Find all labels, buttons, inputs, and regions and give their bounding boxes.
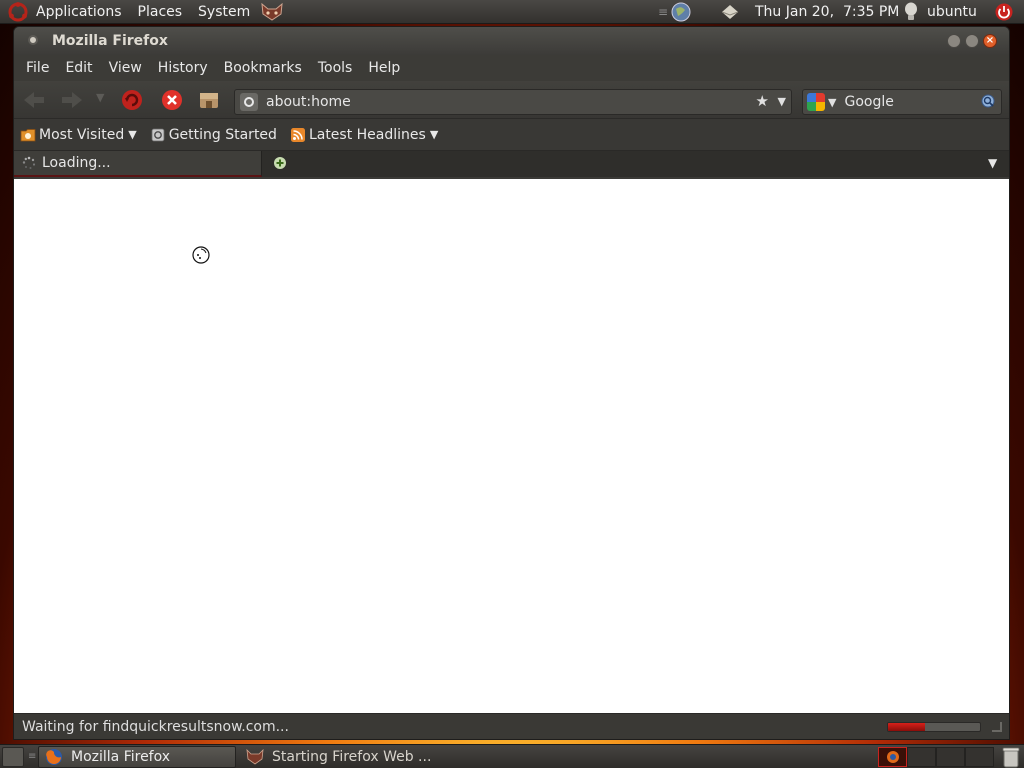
taskbar-label: Mozilla Firefox — [71, 749, 171, 765]
forward-button[interactable] — [58, 89, 84, 111]
status-text: Waiting for findquickresultsnow.com... — [22, 718, 289, 735]
status-bar: Waiting for findquickresultsnow.com... — [14, 713, 1009, 739]
minimize-button[interactable] — [947, 34, 961, 48]
network-indicator-icon[interactable]: ≡ — [658, 0, 692, 24]
home-icon[interactable] — [197, 89, 221, 111]
bookmark-star-icon[interactable]: ★ — [756, 92, 769, 110]
window-title: Mozilla Firefox — [52, 33, 168, 49]
applications-label: Applications — [36, 3, 122, 20]
menu-file[interactable]: File — [18, 60, 57, 76]
tab-loading[interactable]: Loading... — [14, 151, 262, 177]
taskbar-label: Starting Firefox Web ... — [272, 749, 432, 765]
list-all-tabs-icon[interactable]: ▼ — [988, 156, 997, 170]
menu-tools[interactable]: Tools — [310, 60, 361, 76]
menu-history[interactable]: History — [150, 60, 216, 76]
loading-progress-bar — [887, 722, 981, 732]
bottom-panel: ≡ Mozilla Firefox Starting Firefox Web .… — [0, 744, 1024, 768]
url-bar[interactable]: about:home ★ ▼ — [234, 89, 792, 115]
progress-fill — [888, 723, 925, 731]
workspace-2[interactable] — [907, 747, 936, 767]
menu-view[interactable]: View — [101, 60, 150, 76]
places-label: Places — [137, 3, 183, 20]
search-engine-google-icon[interactable] — [807, 93, 825, 111]
system-label: System — [198, 3, 251, 20]
site-identity-icon[interactable] — [240, 93, 258, 111]
panel-handle[interactable]: ≡ — [28, 751, 36, 762]
chevron-down-icon: ▼ — [128, 128, 137, 141]
page-icon — [151, 128, 165, 141]
bookmark-label: Latest Headlines — [308, 126, 426, 143]
menu-bar: File Edit View History Bookmarks Tools H… — [14, 55, 1009, 81]
taskbar-firefox[interactable]: Mozilla Firefox — [38, 746, 236, 768]
page-content[interactable] — [14, 179, 1009, 713]
folder-icon — [20, 128, 36, 141]
bookmark-most-visited[interactable]: Most Visited ▼ — [20, 127, 137, 143]
workspace-4[interactable] — [965, 747, 994, 767]
menu-bookmarks[interactable]: Bookmarks — [216, 60, 310, 76]
system-menu[interactable]: System — [190, 0, 258, 24]
trash-icon[interactable] — [1002, 746, 1020, 768]
search-bar[interactable]: ▼ Google — [802, 89, 1002, 115]
navigation-toolbar: ▼ about:home ★ ▼ ▼ Google — [14, 81, 1009, 119]
places-menu[interactable]: Places — [130, 0, 191, 24]
new-tab-button[interactable] — [273, 156, 287, 170]
bookmarks-toolbar: Most Visited ▼ Getting Started Latest He… — [14, 119, 1009, 151]
stop-icon[interactable] — [160, 88, 184, 112]
user-label: ubuntu — [927, 4, 977, 20]
workspace-1[interactable] — [878, 747, 907, 767]
resize-grip-icon[interactable] — [992, 722, 1002, 732]
search-placeholder: Google — [844, 94, 894, 110]
show-desktop-button[interactable] — [2, 747, 24, 767]
top-panel: Applications Places System ≡ Thu Jan 20,… — [0, 0, 1024, 24]
clock[interactable]: Thu Jan 20, 7:35 PM — [755, 0, 899, 24]
search-icon[interactable] — [981, 94, 997, 110]
search-engine-dropdown-icon[interactable]: ▼ — [828, 96, 836, 109]
launcher-cat-icon[interactable] — [258, 0, 292, 24]
ubuntu-logo-icon — [8, 1, 28, 21]
bookmark-label: Getting Started — [168, 126, 277, 143]
firefox-window: Mozilla Firefox × File Edit View History… — [13, 26, 1010, 740]
workspace-switcher[interactable] — [878, 747, 996, 767]
title-bar[interactable]: Mozilla Firefox × — [14, 27, 1009, 55]
workspace-3[interactable] — [936, 747, 965, 767]
user-menu[interactable]: ubuntu — [903, 0, 977, 24]
loading-throbber-icon — [22, 156, 36, 169]
chevron-down-icon: ▼ — [429, 128, 439, 141]
clock-label: Thu Jan 20, 7:35 PM — [755, 4, 900, 20]
bookmark-label: Most Visited — [39, 126, 125, 143]
url-dropdown-icon[interactable]: ▼ — [778, 95, 786, 108]
url-text: about:home — [266, 94, 351, 110]
back-button[interactable] — [22, 89, 48, 111]
applications-menu[interactable]: Applications — [0, 0, 130, 24]
firefox-icon — [46, 749, 62, 765]
tab-bar: Loading... ▼ — [14, 151, 1009, 177]
menu-edit[interactable]: Edit — [57, 60, 100, 76]
bookmark-latest-headlines[interactable]: Latest Headlines ▼ — [290, 126, 439, 143]
user-icon — [905, 2, 917, 20]
tab-title: Loading... — [42, 155, 111, 171]
maximize-button[interactable] — [965, 34, 979, 48]
power-icon[interactable] — [994, 0, 1014, 24]
history-dropdown-icon[interactable]: ▼ — [96, 91, 104, 104]
window-menu-icon[interactable] — [28, 35, 38, 45]
menu-help[interactable]: Help — [360, 60, 408, 76]
rss-icon — [290, 127, 305, 142]
busy-cursor-icon — [192, 246, 210, 264]
launching-cat-icon — [246, 749, 264, 765]
close-button[interactable]: × — [983, 34, 997, 48]
taskbar-starting-firefox[interactable]: Starting Firefox Web ... — [240, 746, 438, 768]
bookmark-getting-started[interactable]: Getting Started — [151, 127, 277, 143]
reload-icon[interactable] — [120, 88, 144, 112]
mail-indicator-icon[interactable] — [720, 0, 740, 24]
